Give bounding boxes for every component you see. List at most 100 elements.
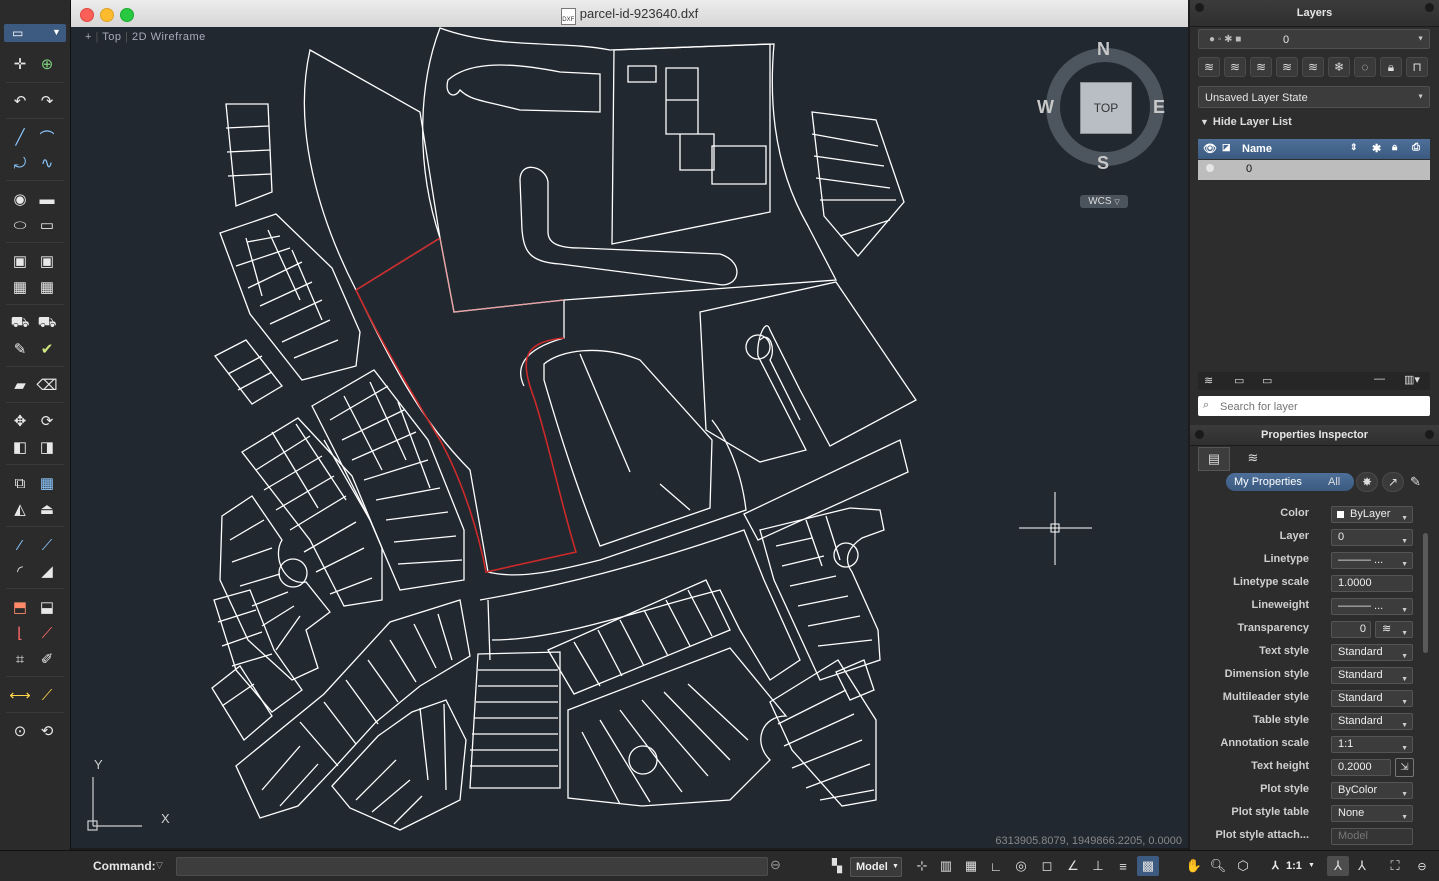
redo-icon[interactable]: ↷: [35, 90, 59, 112]
grid-display-icon[interactable]: ▦: [960, 856, 982, 876]
lock-column-icon[interactable]: 🔒︎: [1392, 142, 1397, 153]
new-layer-icon[interactable]: ≋: [1204, 374, 1213, 387]
zoom-glass-icon[interactable]: 🔍︎: [1207, 856, 1229, 876]
edit-polyline-icon[interactable]: ✐: [35, 648, 59, 670]
object-properties-tab[interactable]: ▤: [1198, 447, 1230, 471]
object-snap-tracking-icon[interactable]: ∠: [1062, 856, 1084, 876]
trim-icon[interactable]: ⁄: [8, 534, 32, 556]
compass-west[interactable]: W: [1037, 97, 1054, 118]
offset-icon[interactable]: ⏏: [35, 498, 59, 520]
aligned-dimension-icon[interactable]: ⟋: [35, 684, 59, 706]
transparency-mode-dropdown[interactable]: ≋ ▼: [1375, 621, 1413, 638]
gradient-icon[interactable]: ▣: [35, 250, 59, 272]
explode-icon[interactable]: ⬒: [8, 596, 32, 618]
align-icon[interactable]: ⌗: [8, 648, 32, 670]
rectangle-icon[interactable]: ▬: [35, 188, 59, 210]
edit-attribute-icon[interactable]: ✔: [35, 338, 59, 360]
layer-search-input[interactable]: [1218, 398, 1422, 416]
text-height-pick-icon[interactable]: ⇲: [1395, 758, 1414, 777]
hatch-icon[interactable]: ▣: [8, 250, 32, 272]
chamfer-icon[interactable]: ◢: [35, 560, 59, 582]
panel-close-icon[interactable]: [1195, 430, 1204, 439]
linetype-dropdown[interactable]: ——— ... ▼: [1331, 552, 1413, 569]
scale-icon[interactable]: ◧: [8, 436, 32, 458]
text-height-field[interactable]: 0.2000: [1331, 759, 1391, 776]
linetype-scale-field[interactable]: 1.0000: [1331, 575, 1413, 592]
array-icon[interactable]: ▦: [35, 472, 59, 494]
ellipse-icon[interactable]: ⬭: [8, 214, 32, 236]
break-icon[interactable]: ⌊: [8, 622, 32, 644]
status-menu-icon[interactable]: ⊖: [1411, 856, 1433, 876]
drawing-viewport[interactable]: + | Top | 2D Wireframe X Y N S E W TOP W…: [71, 27, 1188, 848]
spline-icon[interactable]: ∿: [35, 152, 59, 174]
undo-icon[interactable]: ↶: [8, 90, 32, 112]
text-style-dropdown[interactable]: Standard ▼: [1331, 644, 1413, 661]
panel-collapse-icon[interactable]: [1425, 3, 1434, 12]
selection-cycling-icon[interactable]: ▩: [1137, 856, 1159, 876]
plot-style-table-dropdown[interactable]: None ▼: [1331, 805, 1413, 822]
layer-state-dropdown[interactable]: Unsaved Layer State ▼: [1198, 86, 1430, 108]
join-icon[interactable]: ⬓: [35, 596, 59, 618]
dynamic-input-icon[interactable]: ▥: [935, 856, 957, 876]
command-scroll-icon[interactable]: ⊖: [770, 857, 781, 873]
crosshair-tool-icon[interactable]: ✛: [8, 53, 32, 75]
boundary-icon[interactable]: ▦: [8, 276, 32, 298]
linear-dimension-icon[interactable]: ⟷: [8, 684, 32, 706]
full-screen-icon[interactable]: ⛶: [1384, 856, 1406, 876]
name-column-header[interactable]: Name: [1242, 143, 1272, 155]
properties-scrollbar[interactable]: [1423, 533, 1428, 653]
status-column-icon[interactable]: ◪: [1222, 142, 1231, 153]
command-input[interactable]: [176, 857, 768, 876]
layer-visible-icon[interactable]: [1206, 164, 1214, 172]
layer-row[interactable]: 0: [1198, 160, 1430, 180]
lineweight-dropdown[interactable]: ——— ... ▼: [1331, 598, 1413, 615]
pick-object-icon[interactable]: ↗: [1382, 472, 1404, 492]
plot-column-icon[interactable]: ⎙: [1412, 142, 1420, 153]
workspace-cube-icon[interactable]: ⬡: [1232, 856, 1254, 876]
dimension-style-dropdown[interactable]: Standard ▼: [1331, 667, 1413, 684]
block-insert-icon[interactable]: ⛟: [8, 312, 32, 334]
region-icon[interactable]: ▦: [35, 276, 59, 298]
layer-unisolate-icon[interactable]: ≋: [1302, 57, 1324, 77]
pan-hand-icon[interactable]: ✋: [1183, 856, 1205, 876]
sort-icon[interactable]: ⇕: [1350, 142, 1358, 153]
pan-realtime-icon[interactable]: ⊕: [35, 53, 59, 75]
layer-properties-icon[interactable]: ≋: [1198, 57, 1220, 77]
compass-east[interactable]: E: [1153, 97, 1165, 118]
quick-select-icon[interactable]: ✸: [1356, 472, 1378, 492]
layer-dropdown[interactable]: 0 ▼: [1331, 529, 1413, 546]
layer-search-field[interactable]: ⌕: [1198, 396, 1430, 416]
polar-tracking-icon[interactable]: ◎: [1010, 856, 1032, 876]
layer-properties-tab[interactable]: ≋: [1238, 447, 1268, 469]
circle-icon[interactable]: ◉: [8, 188, 32, 210]
block-create-icon[interactable]: ⛟: [35, 312, 59, 334]
plot-style-dropdown[interactable]: ByColor ▼: [1331, 782, 1413, 799]
fillet-icon[interactable]: ◜: [8, 560, 32, 582]
layer-isolate-icon[interactable]: ≋: [1276, 57, 1298, 77]
break-at-point-icon[interactable]: ⟋: [35, 622, 59, 644]
new-filter-icon[interactable]: ▭: [1262, 374, 1272, 387]
layer-lock-icon[interactable]: 🔒︎: [1380, 57, 1402, 77]
all-properties-tab[interactable]: All: [1328, 476, 1340, 488]
layer-off-icon[interactable]: ◌: [1354, 57, 1376, 77]
mirror-icon[interactable]: ◭: [8, 498, 32, 520]
line-icon[interactable]: ╱: [8, 126, 32, 148]
erase-multiple-icon[interactable]: ▰: [8, 374, 32, 396]
new-group-icon[interactable]: ▭: [1234, 374, 1244, 387]
transparency-display-icon[interactable]: ≡: [1112, 856, 1134, 876]
match-properties-icon[interactable]: ✎: [8, 338, 32, 360]
layer-previous-icon[interactable]: ≋: [1250, 57, 1272, 77]
auto-scale-icon[interactable]: ⅄: [1351, 856, 1373, 876]
columns-menu-icon[interactable]: ▥▾: [1404, 373, 1420, 386]
compass-north[interactable]: N: [1097, 39, 1110, 60]
compass-south[interactable]: S: [1097, 153, 1109, 174]
color-dropdown[interactable]: ByLayer ▼: [1331, 506, 1413, 523]
annotation-scale-dropdown[interactable]: 1:1 ▼: [1331, 736, 1413, 753]
eraser-icon[interactable]: ⌫: [35, 374, 59, 396]
snap-mode-icon[interactable]: ⊹: [911, 856, 933, 876]
object-snap-icon[interactable]: ◻: [1036, 856, 1058, 876]
freeze-column-icon[interactable]: ✱: [1372, 142, 1381, 155]
hide-layer-list-toggle[interactable]: ▼ Hide Layer List: [1200, 116, 1292, 128]
visibility-column-icon[interactable]: 👁︎: [1203, 142, 1217, 155]
stretch-icon[interactable]: ◨: [35, 436, 59, 458]
